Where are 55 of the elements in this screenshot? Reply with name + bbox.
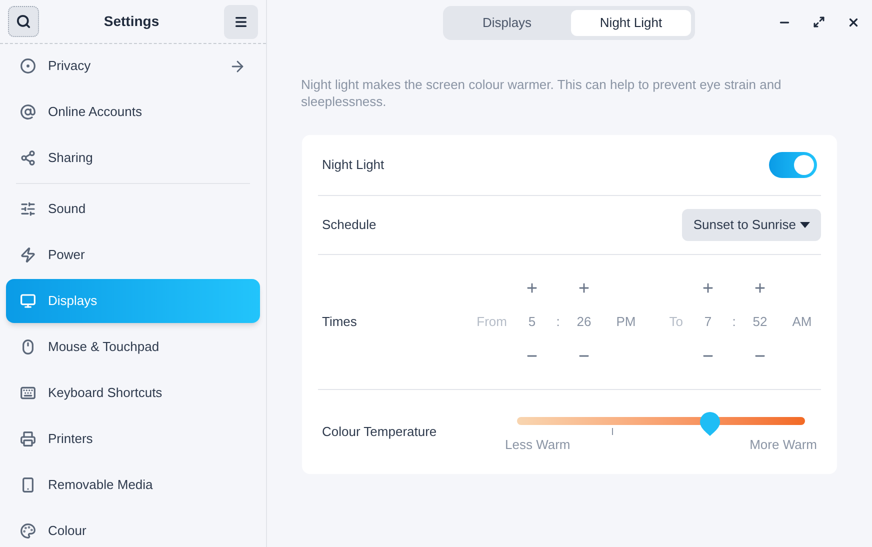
printer-icon [20,431,36,447]
close-icon[interactable] [847,16,860,28]
time-label: To [668,313,683,332]
sidebar-item[interactable]: Printers [6,417,260,461]
sliders-icon [20,201,36,217]
time-value: 52 [752,313,768,331]
tab[interactable]: Displays [447,10,567,36]
time-period: AM [791,313,813,332]
sidebar-item[interactable]: Sound [6,187,260,231]
min-label: Less Warm [505,436,570,454]
time-value: 7 [704,313,712,331]
search-button[interactable] [8,6,39,37]
sidebar-title: Settings [104,12,160,31]
sidebar-item[interactable]: Colour [6,509,260,547]
toggle-switch[interactable] [769,152,817,178]
palette-icon [20,523,36,539]
plus-icon [577,281,591,295]
device-icon [20,477,36,493]
time-value: 26 [576,313,592,331]
setting-label: Times [322,313,358,332]
maximize-icon[interactable] [813,16,825,28]
keyboard-icon [20,385,36,401]
sidebar-item[interactable]: Keyboard Shortcuts [6,371,260,415]
monitor-icon [20,293,36,309]
setting-label: Colour Temperature [322,423,438,442]
plus-icon [701,281,715,295]
description: Night light makes the screen colour warmer. This can help to prevent eye strain and sleeplessness. [301,76,782,110]
share-icon [20,150,36,166]
time-period: PM [615,313,637,332]
sidebar-item[interactable]: Mouse & Touchpad [6,325,260,369]
sidebar-item[interactable]: Sharing [6,136,260,180]
target-icon [20,58,36,74]
lightning-icon [20,247,36,263]
schedule-dropdown[interactable]: Sunset to Sunrise [682,209,821,241]
menu-button[interactable] [224,4,258,38]
sidebar-item[interactable]: Privacy [6,44,260,88]
slider-thumb[interactable] [698,411,721,438]
time-label: From [476,313,507,332]
mouse-icon [20,339,36,355]
setting-label: Night Light [322,156,386,174]
sidebar-item[interactable]: Online Accounts [6,90,260,134]
sidebar-item[interactable]: Power [6,233,260,277]
plus-icon [525,281,539,295]
time-separator: : [731,313,737,332]
time-value: 5 [528,313,536,331]
sidebar-item[interactable]: Removable Media [6,463,260,507]
caret-icon [800,222,810,228]
at-sign-icon [20,104,36,120]
search-icon [16,14,31,29]
setting-label: Schedule [322,216,378,234]
time-separator: : [555,313,561,332]
tab[interactable]: Night Light [571,10,691,36]
plus-icon [753,281,767,295]
menu-icon [234,14,248,28]
max-label: More Warm [750,436,817,454]
